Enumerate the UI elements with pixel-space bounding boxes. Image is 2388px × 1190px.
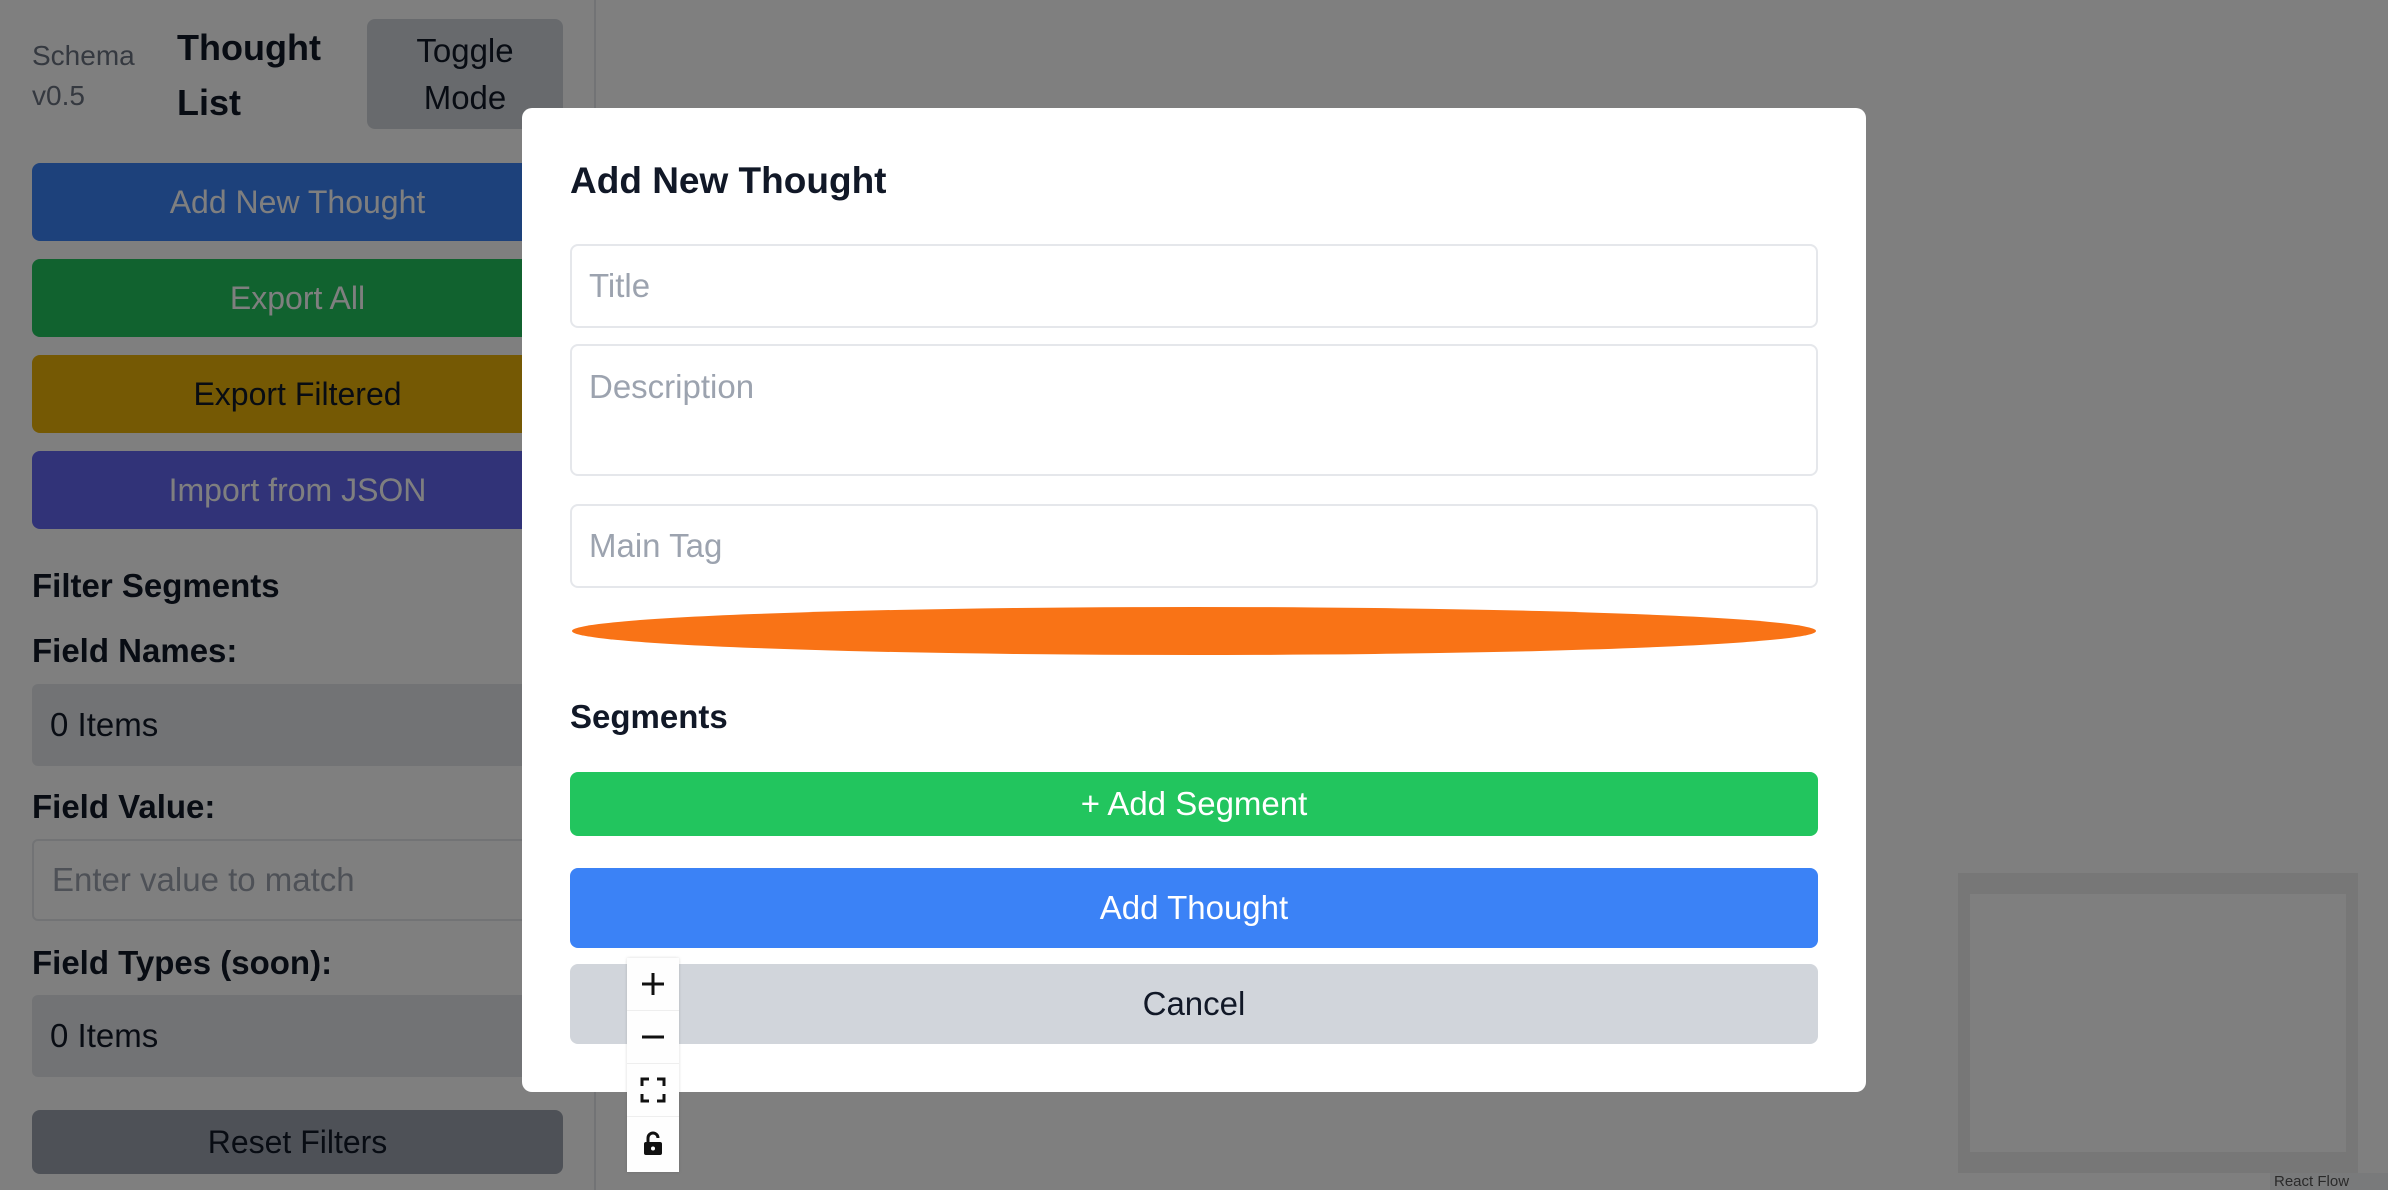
app-root: Schema v0.5 Thought List Toggle Mode Add… [0,0,2388,1190]
modal-title: Add New Thought [570,160,887,201]
add-thought-submit-button[interactable]: Add Thought [570,868,1818,948]
fit-view-icon [640,1077,666,1103]
cancel-button[interactable]: Cancel [570,964,1818,1044]
zoom-out-icon [642,1035,664,1039]
segments-heading: Segments [570,698,728,735]
title-input[interactable] [570,244,1818,328]
zoom-in-button[interactable] [627,958,679,1011]
fit-view-button[interactable] [627,1064,679,1117]
zoom-in-icon [642,973,664,995]
main-tag-input[interactable] [570,504,1818,588]
canvas-controls [627,958,679,1172]
description-textarea[interactable] [570,344,1818,476]
lock-icon [644,1131,662,1155]
lock-button[interactable] [627,1117,679,1170]
add-segment-button[interactable]: + Add Segment [570,772,1818,836]
add-thought-modal: Add New Thought Segments + Add Segment A… [522,108,1866,1092]
color-picker-swatch[interactable] [572,607,1816,655]
color-picker[interactable] [570,606,1818,656]
zoom-out-button[interactable] [627,1011,679,1064]
